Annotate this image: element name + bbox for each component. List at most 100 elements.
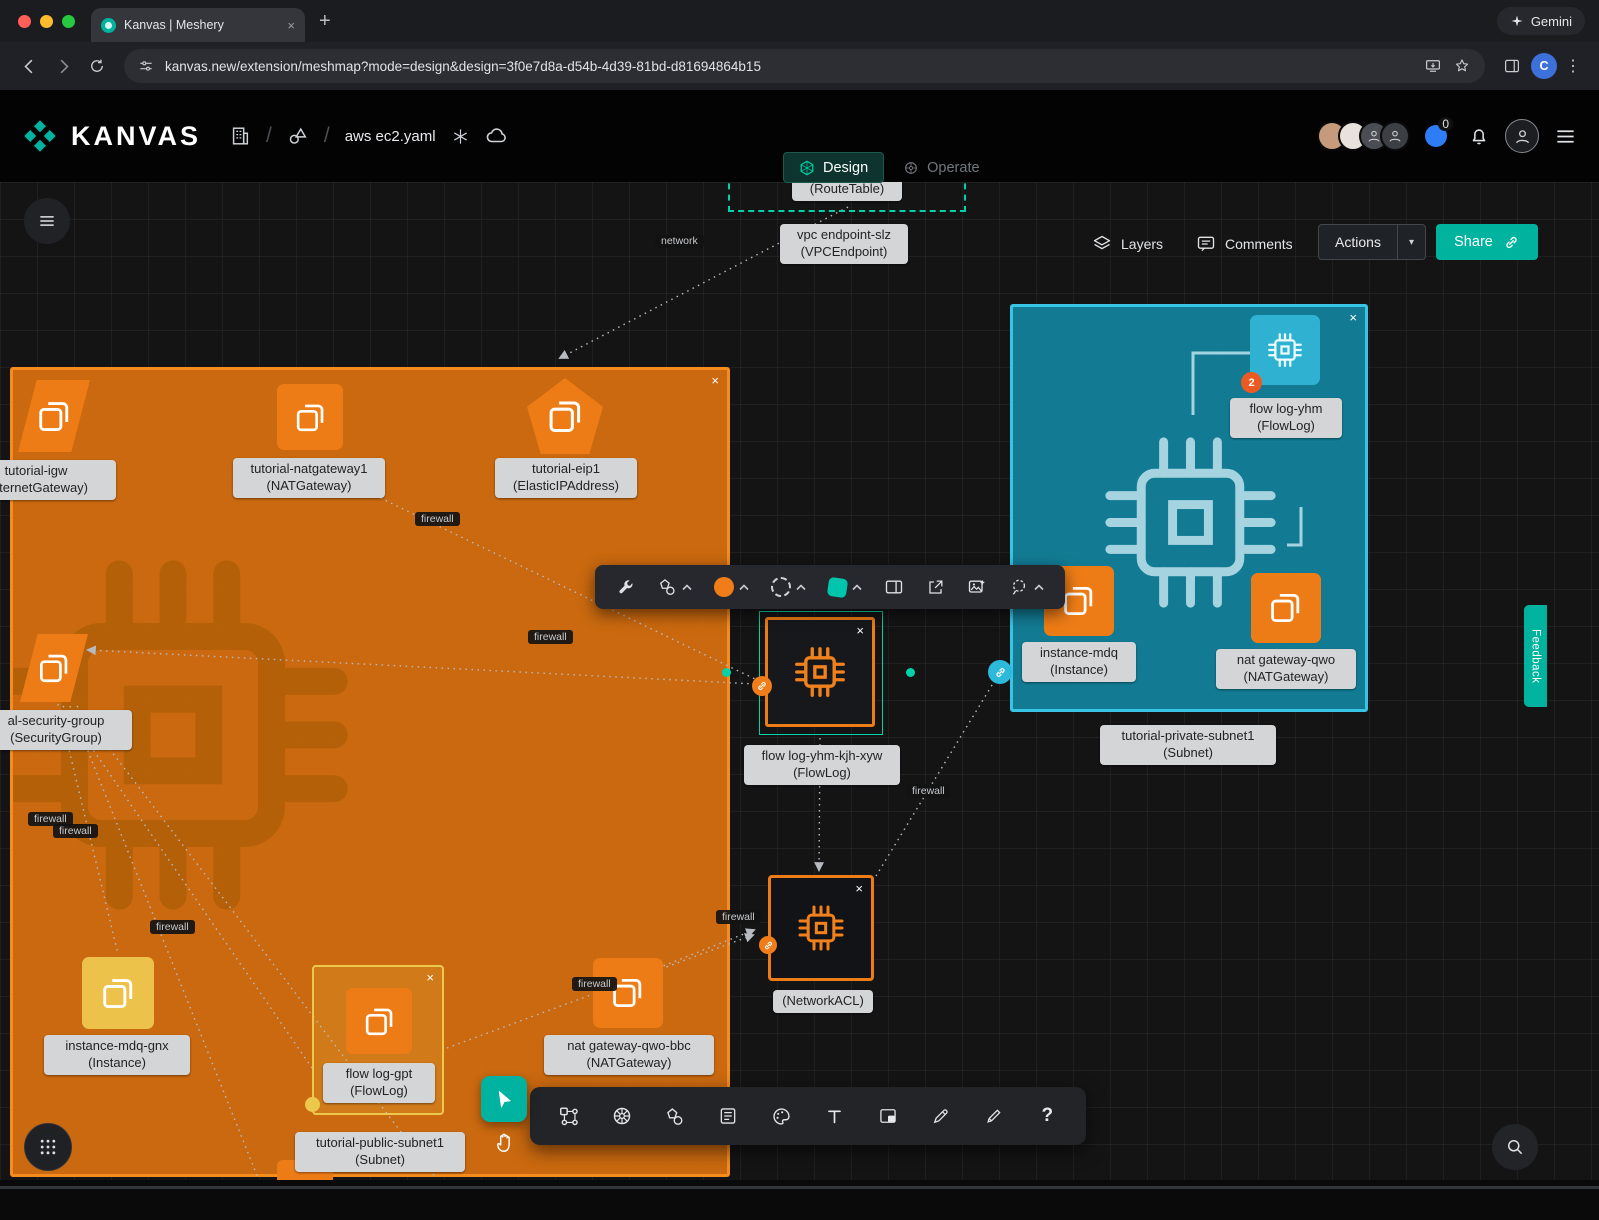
- resize-handle[interactable]: [722, 668, 731, 677]
- chip-icon: [789, 641, 851, 703]
- node-network-acl[interactable]: × (NetworkACL): [768, 875, 874, 981]
- close-window-button[interactable]: [18, 15, 31, 28]
- horizontal-scrollbar[interactable]: [0, 1186, 1599, 1189]
- bottom-strip: [0, 1180, 1599, 1220]
- close-icon[interactable]: ×: [856, 624, 864, 637]
- bell-icon[interactable]: [1468, 125, 1490, 147]
- kubernetes-tool-icon[interactable]: [605, 1099, 639, 1133]
- collaborator-avatar[interactable]: [1380, 121, 1410, 151]
- apps-grid-button[interactable]: [24, 1123, 72, 1171]
- snowflake-icon[interactable]: [451, 127, 470, 146]
- logo-text: KANVAS: [71, 121, 201, 152]
- node-tutorial-natgateway1[interactable]: [277, 384, 343, 450]
- context-toolbar: [595, 565, 1065, 609]
- chip-icon: [793, 900, 849, 956]
- wrench-icon[interactable]: [605, 578, 646, 597]
- region-label-private-subnet[interactable]: tutorial-private-subnet1(Subnet): [1100, 725, 1276, 765]
- bookmark-star-icon[interactable]: [1453, 57, 1471, 75]
- flow-tool-icon[interactable]: [552, 1099, 586, 1133]
- node-nat-gateway-qwo-bbc[interactable]: [593, 958, 663, 1028]
- minimize-window-button[interactable]: [40, 15, 53, 28]
- hand-tool-button[interactable]: [490, 1127, 520, 1157]
- user-profile-avatar[interactable]: [1505, 119, 1539, 153]
- link-handle[interactable]: [988, 660, 1012, 684]
- tab-operate[interactable]: Operate: [888, 152, 994, 183]
- reload-button[interactable]: [82, 51, 112, 81]
- text-tool-icon[interactable]: [818, 1099, 852, 1133]
- chip-icon: [1264, 329, 1306, 371]
- lasso-icon[interactable]: [998, 577, 1055, 597]
- pen-tool-icon[interactable]: [924, 1099, 958, 1133]
- cursor-tool-button[interactable]: [481, 1076, 527, 1122]
- console-icon[interactable]: [873, 577, 915, 597]
- forward-button[interactable]: [48, 51, 78, 81]
- kanvas-logo[interactable]: KANVAS: [22, 118, 201, 154]
- dash-style-swatch[interactable]: [760, 577, 817, 597]
- share-button[interactable]: Share: [1436, 224, 1538, 260]
- save-to-device-icon[interactable]: [1424, 57, 1442, 75]
- node-label-vpc-endpoint[interactable]: vpc endpoint-slz(VPCEndpoint): [780, 224, 908, 264]
- count-badge[interactable]: 2: [1241, 372, 1262, 393]
- node-label: (NetworkACL): [773, 990, 873, 1013]
- design-canvas[interactable]: × ×: [0, 182, 1599, 1180]
- open-in-new-icon[interactable]: [915, 578, 956, 597]
- feedback-tab[interactable]: Feedback: [1524, 605, 1547, 707]
- add-image-icon[interactable]: [956, 577, 998, 597]
- address-bar[interactable]: kanvas.new/extension/meshmap?mode=design…: [124, 49, 1485, 83]
- comments-button[interactable]: Comments: [1196, 234, 1293, 254]
- layers-button[interactable]: Layers: [1092, 234, 1163, 254]
- browser-profile-avatar[interactable]: C: [1531, 53, 1557, 79]
- new-tab-button[interactable]: +: [319, 11, 331, 31]
- node-security-group[interactable]: [20, 634, 88, 702]
- canvas-menu-button[interactable]: [24, 198, 70, 244]
- browser-tab[interactable]: Kanvas | Meshery ×: [91, 8, 305, 42]
- region-label-public-subnet[interactable]: tutorial-public-subnet1(Subnet): [295, 1132, 465, 1172]
- region-swatch[interactable]: [817, 578, 873, 597]
- link-handle[interactable]: [305, 1097, 320, 1112]
- node-instance-mdq-gnx[interactable]: [82, 957, 154, 1029]
- workspace-shapes-icon[interactable]: [287, 125, 309, 147]
- node-flow-log-selected[interactable]: × flow log-yhm-kjh-xyw(FlowLog): [759, 611, 883, 735]
- node-label-security-group: al-security-group(SecurityGroup): [0, 710, 132, 750]
- site-settings-icon[interactable]: [138, 58, 154, 74]
- cloud-sync-icon[interactable]: [485, 124, 509, 148]
- back-button[interactable]: [14, 51, 44, 81]
- node-label-tutorial-eip1: tutorial-eip1(ElasticIPAddress): [495, 458, 637, 498]
- organization-icon[interactable]: [229, 125, 251, 147]
- gemini-button[interactable]: Gemini: [1497, 7, 1585, 35]
- resize-handle[interactable]: [906, 668, 915, 677]
- edge-label: firewall: [53, 824, 98, 838]
- fill-color-swatch[interactable]: [703, 577, 760, 597]
- node-route-table[interactable]: (RouteTable): [728, 182, 966, 212]
- notes-tool-icon[interactable]: [711, 1099, 745, 1133]
- side-panel-icon[interactable]: [1497, 51, 1527, 81]
- tab-close-icon[interactable]: ×: [287, 19, 295, 32]
- shape-picker-icon[interactable]: [646, 577, 703, 597]
- actions-button[interactable]: Actions ▾: [1318, 224, 1426, 260]
- link-handle[interactable]: [759, 936, 777, 954]
- close-icon[interactable]: ×: [426, 971, 434, 984]
- chevron-down-icon[interactable]: ▾: [1398, 237, 1425, 248]
- node-flow-log-yhm[interactable]: [1250, 315, 1320, 385]
- shapes-tool-icon[interactable]: [658, 1099, 692, 1133]
- collaborator-avatars[interactable]: [1317, 121, 1410, 151]
- hamburger-menu-icon[interactable]: [1554, 125, 1577, 148]
- zoom-button[interactable]: [1492, 1124, 1538, 1170]
- palette-tool-icon[interactable]: [764, 1099, 798, 1133]
- pencil-tool-icon[interactable]: [977, 1099, 1011, 1133]
- design-tab-label: Design: [823, 160, 868, 176]
- close-icon[interactable]: ×: [855, 882, 863, 895]
- node-tutorial-eip1[interactable]: [527, 378, 603, 454]
- help-icon[interactable]: ?: [1030, 1099, 1064, 1133]
- node-nat-gateway-qwo[interactable]: [1251, 573, 1321, 643]
- panel-tool-icon[interactable]: [871, 1099, 905, 1133]
- maximize-window-button[interactable]: [62, 15, 75, 28]
- node-tutorial-igw[interactable]: [18, 380, 90, 452]
- design-file-name[interactable]: aws ec2.yaml: [345, 128, 436, 145]
- environment-status[interactable]: 0: [1425, 125, 1453, 147]
- tab-design[interactable]: Design: [783, 152, 884, 183]
- operate-mode-icon: [903, 160, 919, 176]
- node-flow-log-gpt[interactable]: × flow log-gpt(FlowLog): [312, 965, 444, 1115]
- browser-menu-icon[interactable]: ⋮: [1561, 56, 1585, 76]
- link-handle[interactable]: [752, 676, 772, 696]
